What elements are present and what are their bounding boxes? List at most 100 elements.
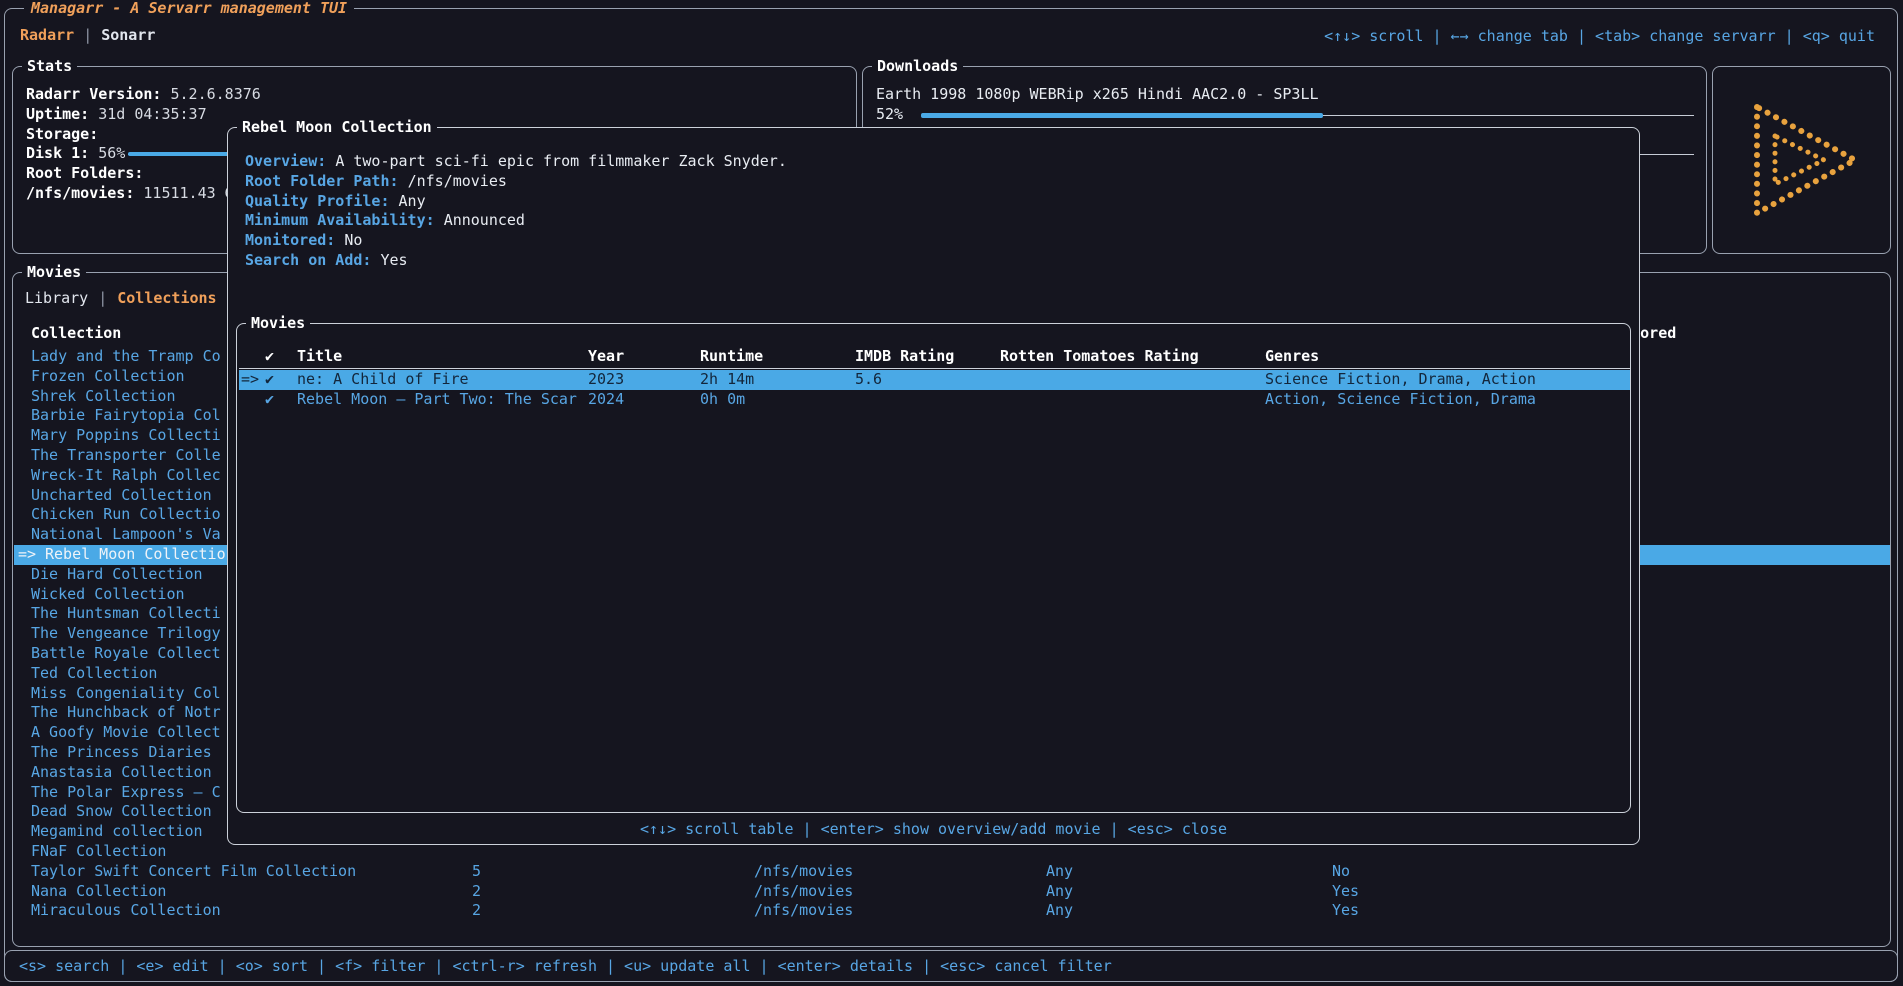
collection-name: The Hunchback of Notr (31, 703, 221, 721)
movies-tab-separator: | (88, 289, 117, 307)
collection-movie-count: 2 (472, 882, 481, 902)
field-monitored: Monitored: No (245, 231, 362, 251)
global-keybind-help: <↑↓> scroll | ←→ change tab | <tab> chan… (1324, 27, 1875, 45)
collection-name: Ted Collection (31, 664, 157, 682)
collection-search-on-add: No (1332, 862, 1350, 882)
stat-rootfolder: /nfs/movies: 11511.43 GB (26, 184, 243, 204)
field-minimum-availability: Minimum Availability: Announced (245, 211, 525, 231)
app-title: Managarr - A Servarr management TUI (24, 0, 354, 17)
collection-movie-count: 2 (472, 901, 481, 921)
collection-name: Chicken Run Collectio (31, 505, 221, 523)
collection-movie-count: 5 (472, 862, 481, 882)
collection-name: The Transporter Colle (31, 446, 221, 464)
field-quality-profile: Quality Profile: Any (245, 192, 426, 212)
download-item-title: Earth 1998 1080p WEBRip x265 Hindi AAC2.… (876, 85, 1319, 105)
stat-rootfolders-heading: Root Folders: (26, 164, 143, 184)
column-header-genres: Genres (1265, 346, 1319, 366)
collection-name: Wreck-It Ralph Collec (31, 466, 221, 484)
field-search-on-add: Search on Add: Yes (245, 251, 408, 271)
footer-keybind-help: <s> search | <e> edit | <o> sort | <f> f… (19, 951, 1112, 981)
stat-disk-percent: 56% (98, 144, 125, 162)
movie-year: 2024 (588, 390, 624, 410)
collection-details-modal: Rebel Moon Collection Overview: A two-pa… (227, 127, 1640, 845)
movie-title: ne: A Child of Fire (297, 370, 469, 390)
collection-root-folder: /nfs/movies (754, 901, 853, 921)
logo-panel (1712, 66, 1891, 254)
stat-version-value: 5.2.6.8376 (171, 85, 261, 103)
column-header-check: ✔ (265, 346, 274, 366)
modal-keybind-help: <↑↓> scroll table | <enter> show overvie… (228, 820, 1639, 838)
collection-name: FNaF Collection (31, 842, 166, 860)
stats-panel-title: Stats (22, 57, 77, 76)
movie-title: Rebel Moon – Part Two: The Scar (297, 390, 577, 410)
download-item-percent: 52% (876, 105, 903, 125)
servarr-tab-bar: Radarr|Sonarr (20, 26, 155, 44)
collection-root-folder: /nfs/movies (754, 882, 853, 902)
stat-uptime-value: 31d 04:35:37 (98, 105, 206, 123)
managarr-logo-icon (1713, 67, 1890, 253)
collection-name: Barbie Fairytopia Col (31, 406, 221, 424)
collection-name: Megamind collection (31, 822, 203, 840)
collection-root-folder: /nfs/movies (754, 862, 853, 882)
collection-name: The Huntsman Collecti (31, 604, 221, 622)
movie-runtime: 0h 0m (700, 390, 745, 410)
collection-row[interactable]: Nana Collection 2/nfs/movies Any Yes (14, 882, 1890, 902)
collection-movies-table-header: ✔ Title Year Runtime IMDB Rating Rotten … (239, 346, 1630, 366)
movie-runtime: 2h 14m (700, 370, 754, 390)
stat-version: Radarr Version: 5.2.6.8376 (26, 85, 261, 105)
collection-name: The Polar Express – C (31, 783, 221, 801)
collection-quality-profile: Any (1046, 862, 1073, 882)
field-overview: Overview: A two-part sci-fi epic from fi… (245, 152, 787, 172)
tab-separator: | (74, 26, 101, 44)
collection-name: Nana Collection (31, 882, 166, 900)
collection-name: The Princess Diaries (31, 743, 212, 761)
movie-row[interactable]: => ✔ ne: A Child of Fire 2023 2h 14m 5.6… (239, 370, 1630, 390)
stat-uptime: Uptime: 31d 04:35:37 (26, 105, 207, 125)
stat-version-label: Radarr Version: (26, 85, 161, 103)
movie-row[interactable]: ✔ Rebel Moon – Part Two: The Scar 2024 0… (239, 390, 1630, 410)
collection-name: National Lampoon's Va (31, 525, 221, 543)
collection-name: Uncharted Collection (31, 486, 212, 504)
downloads-panel-title: Downloads (872, 57, 963, 76)
tab-sonarr[interactable]: Sonarr (101, 26, 155, 44)
field-root-folder-path: Root Folder Path: /nfs/movies (245, 172, 507, 192)
movie-monitored-check-icon: ✔ (265, 390, 274, 410)
collection-name: Die Hard Collection (31, 565, 203, 583)
movie-monitored-check-icon: ✔ (265, 370, 274, 390)
collection-search-on-add: Yes (1332, 901, 1359, 921)
collection-name: Miss Congeniality Col (31, 684, 221, 702)
tab-radarr[interactable]: Radarr (20, 26, 74, 44)
movie-year: 2023 (588, 370, 624, 390)
selection-marker: => (241, 370, 259, 390)
header-separator (239, 368, 1630, 369)
stat-uptime-label: Uptime: (26, 105, 89, 123)
collection-name: Rebel Moon Collection (45, 545, 235, 563)
collection-search-on-add: Yes (1332, 882, 1359, 902)
modal-title: Rebel Moon Collection (237, 118, 437, 137)
tab-collections[interactable]: Collections (117, 289, 216, 307)
selection-marker: => (18, 545, 36, 565)
collection-name: Frozen Collection (31, 367, 185, 385)
collection-name: Dead Snow Collection (31, 802, 212, 820)
collection-row[interactable]: Miraculous Collection2/nfs/moviesAnyYes (14, 901, 1890, 921)
collection-name: Miraculous Collection (31, 901, 221, 919)
collection-name: Taylor Swift Concert Film Collection (31, 862, 356, 880)
column-header-runtime: Runtime (700, 346, 763, 366)
collection-quality-profile: Any (1046, 882, 1073, 902)
collection-row[interactable]: Taylor Swift Concert Film Collection 5/nf… (14, 862, 1890, 882)
stat-disk: Disk 1: 56% (26, 144, 125, 164)
collection-name: The Vengeance Trilogy (31, 624, 221, 642)
collection-name: Shrek Collection (31, 387, 176, 405)
collection-name: Mary Poppins Collecti (31, 426, 221, 444)
footer-keybind-bar: <s> search | <e> edit | <o> sort | <f> f… (4, 950, 1898, 982)
tab-library[interactable]: Library (25, 289, 88, 307)
column-header-title: Title (297, 346, 342, 366)
column-header-rotten-tomatoes-rating: Rotten Tomatoes Rating (1000, 346, 1199, 366)
collection-name: A Goofy Movie Collect (31, 723, 221, 741)
collection-name: Wicked Collection (31, 585, 185, 603)
collection-name: Anastasia Collection (31, 763, 212, 781)
movie-genres: Action, Science Fiction, Drama (1265, 390, 1536, 410)
stat-disk-label: Disk 1: (26, 144, 89, 162)
collection-name: Lady and the Tramp Co (31, 347, 221, 365)
movies-panel-title: Movies (22, 263, 86, 282)
